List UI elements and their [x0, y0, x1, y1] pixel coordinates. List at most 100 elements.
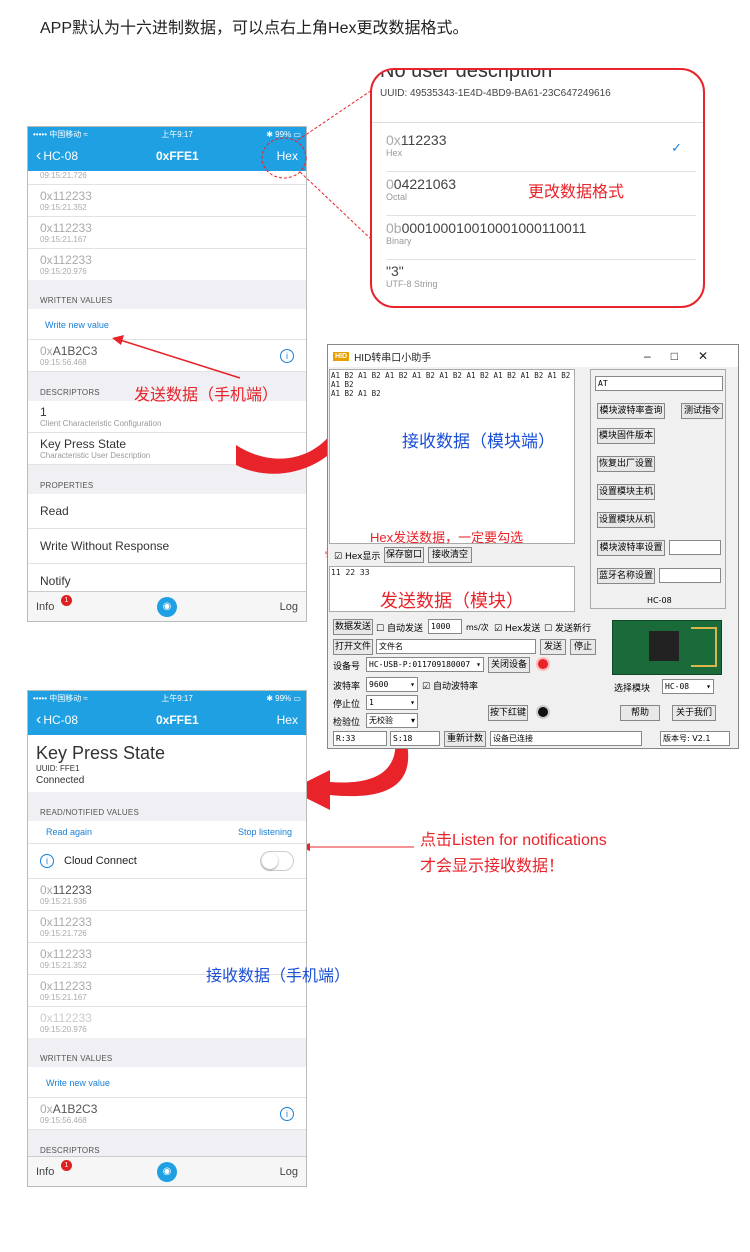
value-prefix: 0x	[40, 947, 53, 961]
baud-set-field[interactable]	[669, 540, 721, 555]
device-select[interactable]: HC-USB-P:011709180007 ▾	[366, 657, 484, 672]
timestamp: 09:15:21.167	[40, 993, 87, 1002]
cloud-connect-row: i Cloud Connect	[28, 844, 306, 879]
send-button[interactable]: 发送	[540, 639, 566, 655]
send-annotation: 发送数据（模块）	[380, 591, 524, 611]
app-logo-icon[interactable]: ◉	[157, 1161, 177, 1182]
info-icon[interactable]: i	[40, 854, 54, 868]
bluetooth-icon: ✱	[266, 693, 273, 703]
device-value: HC-USB-P:011709180007	[369, 660, 471, 669]
stop-bit-select[interactable]: 1 ▾	[366, 695, 418, 710]
written-value-row[interactable]: 0xA1B2C3 09:15:56.468 i	[28, 1098, 306, 1130]
close-device-button[interactable]: 关闭设备	[488, 657, 530, 673]
value-text: A1B2C3	[52, 1102, 98, 1116]
status-bar: ••••• 中国移动 ≈ 上午9:17 ✱ 99% ▭	[28, 691, 306, 705]
bt-name-set-button[interactable]: 蓝牙名称设置	[597, 568, 655, 584]
status-led-icon	[538, 659, 548, 669]
option-label: UTF-8 String	[386, 279, 438, 289]
window-controls[interactable]: –□✕	[644, 349, 728, 363]
option-label: Binary	[386, 236, 412, 246]
device-label: 设备号	[333, 662, 361, 672]
module-value: HC-08	[665, 682, 690, 691]
tab-log[interactable]: Log	[280, 1166, 298, 1178]
battery-icon: ▭	[293, 693, 301, 703]
option-value: 000100010010001000110011	[401, 220, 587, 236]
format-option-hex[interactable]: 0x112233 Hex ✓	[386, 132, 696, 172]
option-prefix: 0b	[386, 220, 402, 236]
characteristic-header: Key Press State UUID: FFE1 Connected	[28, 735, 306, 792]
arrow-head	[112, 335, 124, 345]
send-count: S:18	[390, 731, 440, 746]
tab-info[interactable]: Info 1	[36, 1159, 72, 1178]
checkmark-icon: ✓	[671, 140, 682, 155]
timestamp: 09:15:20.976	[40, 1025, 87, 1034]
press-red-key-button[interactable]: 按下红键	[488, 705, 528, 721]
send-data-button[interactable]: 数据发送	[333, 619, 373, 635]
send-newline-checkbox[interactable]: ☐ 发送新行	[544, 621, 591, 634]
baud-select[interactable]: 9600 ▾	[366, 677, 418, 692]
module-caption: HC-08	[647, 596, 672, 605]
dropdown-arrow-icon: ▾	[410, 698, 415, 707]
set-master-button[interactable]: 设置模块主机	[597, 484, 655, 500]
auto-send-checkbox[interactable]: ☐ 自动发送	[376, 621, 423, 634]
help-button[interactable]: 帮助	[620, 705, 660, 721]
command-panel: AT 模块波特率查询 测试指令 模块固件版本 恢复出厂设置 设置模块主机 设置模…	[590, 369, 726, 609]
open-file-button[interactable]: 打开文件	[333, 639, 373, 655]
tab-bar: Info 1 ◉ Log	[28, 1156, 306, 1186]
bt-name-field[interactable]	[659, 568, 721, 583]
info-icon[interactable]: i	[280, 1106, 294, 1121]
write-new-value-link[interactable]: Write new value	[28, 1067, 306, 1098]
back-button[interactable]: ‹ HC-08	[36, 711, 78, 729]
module-select[interactable]: HC-08 ▾	[662, 679, 714, 694]
firmware-version-button[interactable]: 模块固件版本	[597, 428, 655, 444]
cloud-connect-toggle[interactable]	[260, 851, 294, 871]
set-baud-button[interactable]: 模块波特率设置	[597, 540, 665, 556]
hc08-module-image	[612, 620, 722, 675]
auto-baud-checkbox[interactable]: ☑ 自动波特率	[422, 679, 478, 692]
send-phone-annotation: 发送数据（手机端）	[134, 387, 279, 404]
dropdown-arrow-icon: ▾	[410, 716, 415, 725]
nav-bar: ‹ HC-08 0xFFE1 Hex	[28, 705, 306, 735]
baud-label: 波特率	[333, 682, 361, 692]
format-option-utf8[interactable]: "3" UTF-8 String	[386, 263, 696, 303]
popup-annotation: 更改数据格式	[528, 184, 625, 201]
hex-format-button[interactable]: Hex	[277, 713, 298, 727]
at-command-field[interactable]: AT	[595, 376, 723, 391]
set-slave-button[interactable]: 设置模块从机	[597, 512, 655, 528]
send-newline-label: 发送新行	[554, 624, 591, 634]
dropdown-arrow-icon: ▾	[476, 660, 481, 669]
cloud-connect-label: Cloud Connect	[64, 855, 137, 867]
value-text: 112233	[52, 883, 92, 897]
save-window-button[interactable]: 保存窗口	[384, 547, 424, 563]
query-baud-button[interactable]: 模块波特率查询	[597, 403, 665, 419]
clear-receive-button[interactable]: 接收清空	[428, 547, 472, 563]
read-again-link[interactable]: Read again	[46, 827, 92, 837]
hex-show-label: Hex显示	[344, 552, 381, 562]
characteristic-uuid: UUID: FFE1	[36, 764, 80, 773]
hex-send-checkbox[interactable]: ☑ Hex发送	[494, 621, 540, 634]
test-command-button[interactable]: 测试指令	[681, 403, 723, 419]
factory-reset-button[interactable]: 恢复出厂设置	[597, 456, 655, 472]
receive-textarea[interactable]: A1 B2 A1 B2 A1 B2 A1 B2 A1 B2 A1 B2 A1 B…	[329, 369, 575, 544]
tab-info-label: Info	[36, 1165, 55, 1178]
back-label: HC-08	[43, 713, 79, 727]
baud-value: 9600	[369, 680, 389, 689]
option-value: "3"	[386, 263, 404, 279]
parity-select[interactable]: 无校验 ▾	[366, 713, 418, 728]
stop-button[interactable]: 停止	[570, 639, 596, 655]
hex-show-checkbox[interactable]: ☑ Hex显示	[334, 549, 380, 562]
characteristic-name: Key Press State	[36, 743, 166, 763]
value-text: 112233	[52, 1011, 92, 1025]
stop-bit-value: 1	[369, 698, 374, 707]
auto-baud-label: 自动波特率	[432, 682, 478, 692]
reset-count-button[interactable]: 重新计数	[444, 731, 486, 747]
timestamp: 09:15:21.726	[40, 929, 87, 938]
stop-listening-link[interactable]: Stop listening	[238, 827, 292, 837]
clock: 上午9:17	[161, 693, 193, 703]
interval-field[interactable]: 1000	[428, 619, 462, 634]
format-option-binary[interactable]: 0b000100010010001000110011 Binary	[386, 220, 696, 260]
popup-uuid: UUID: 49535343-1E4D-4BD9-BA61-23C6472496…	[380, 88, 611, 99]
about-button[interactable]: 关于我们	[672, 705, 716, 721]
value-text: 112233	[52, 947, 92, 961]
file-name-field[interactable]: 文件名	[376, 639, 536, 654]
